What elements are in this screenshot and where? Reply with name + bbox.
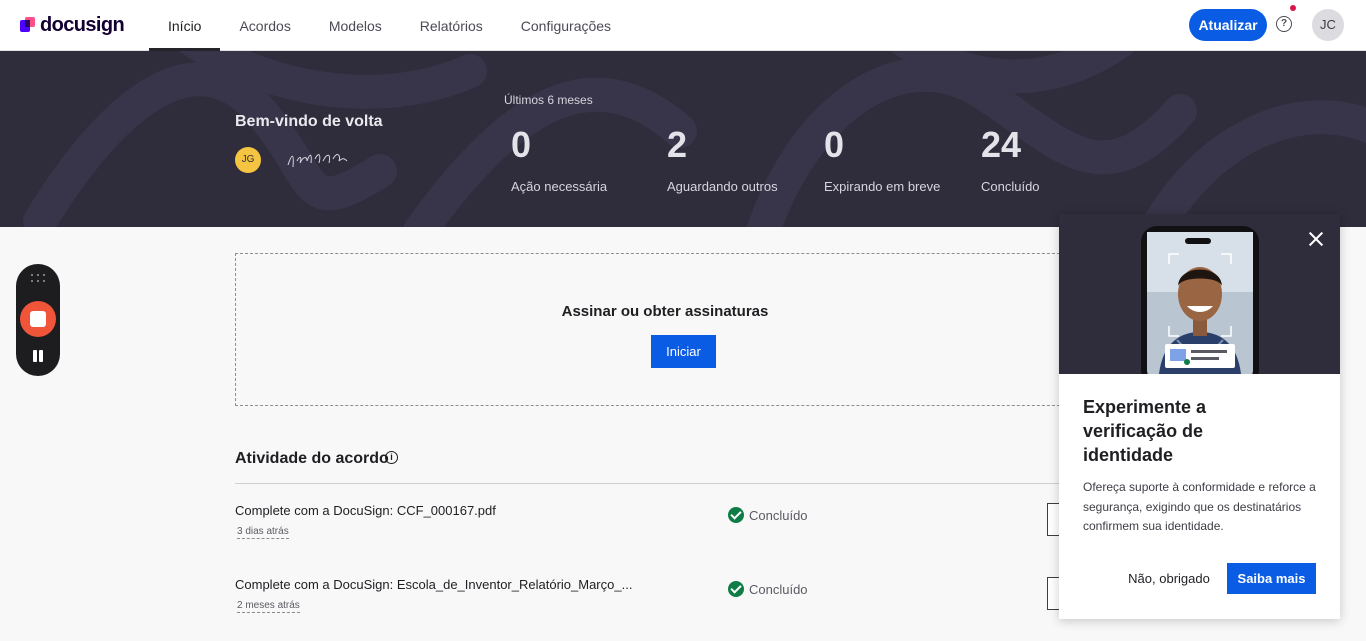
tab-acordos[interactable]: Acordos [220,0,309,51]
docusign-logo[interactable]: docusign [20,13,125,37]
identity-verification-popover: Experimente a verificação de identidade … [1059,214,1340,619]
main-tabs: Início Acordos Modelos Relatórios Config… [149,0,630,51]
user-signature [287,154,348,168]
period-label: Últimos 6 meses [504,93,593,107]
close-icon[interactable] [1307,230,1325,248]
agreement-name[interactable]: Complete com a DocuSign: CCF_000167.pdf [235,503,496,518]
stat-action-required[interactable]: 0 Ação necessária [511,124,608,195]
check-circle-icon [728,581,744,597]
pause-icon[interactable] [32,350,44,362]
stat-label: Concluído [981,179,1040,194]
table-row[interactable]: Complete com a DocuSign: CCF_000167.pdf … [235,503,1095,553]
stat-value: 2 [667,124,688,165]
status-label: Concluído [749,507,808,523]
decline-button[interactable]: Não, obrigado [1119,563,1219,594]
stat-value: 0 [511,124,532,165]
user-avatar[interactable]: JC [1312,9,1344,41]
tab-modelos[interactable]: Modelos [310,0,401,51]
welcome-heading: Bem-vindo de volta [235,113,383,130]
check-circle-icon [728,507,744,523]
tab-configuracoes[interactable]: Configurações [502,0,630,51]
stat-completed[interactable]: 24 Concluído [981,124,1040,195]
popover-title: Experimente a verificação de identidade [1083,397,1207,465]
sign-dropzone[interactable]: Assinar ou obter assinaturas Iniciar [235,253,1095,406]
drag-handle-icon[interactable] [31,274,45,284]
stat-label: Ação necessária [511,179,608,194]
screen-recorder-widget [16,264,60,376]
popover-illustration [1059,214,1340,374]
tab-inicio[interactable]: Início [149,0,221,51]
upgrade-button[interactable]: Atualizar [1189,9,1267,41]
welcome-banner: Bem-vindo de volta JG Últimos 6 meses 0 … [0,51,1366,227]
start-button[interactable]: Iniciar [651,335,716,368]
agreement-date: 2 meses atrás [237,600,300,613]
stat-label: Aguardando outros [667,179,778,194]
help-icon[interactable]: ? [1276,16,1292,32]
stop-recording-button[interactable] [20,301,56,337]
divider [235,483,1095,484]
top-navigation: docusign Início Acordos Modelos Relatóri… [0,0,1366,51]
table-row[interactable]: Complete com a DocuSign: Escola_de_Inven… [235,577,1095,627]
phone-face-scan-illustration [1059,214,1340,374]
tab-relatorios[interactable]: Relatórios [401,0,502,51]
stat-label: Expirando em breve [824,179,941,194]
activity-heading: Atividade do acordo [235,450,389,467]
stat-waiting-others[interactable]: 2 Aguardando outros [667,124,778,195]
status-label: Concluído [749,581,808,597]
notification-dot [1290,5,1296,11]
agreement-name[interactable]: Complete com a DocuSign: Escola_de_Inven… [235,577,632,592]
docusign-logo-text: docusign [40,13,125,36]
learn-more-button[interactable]: Saiba mais [1227,563,1316,594]
stat-value: 0 [824,124,845,165]
agreement-status: Concluído [728,507,808,523]
sign-title: Assinar ou obter assinaturas [561,303,769,320]
stat-value: 24 [981,124,1022,165]
docusign-logo-mark [20,17,36,33]
user-initials-avatar: JG [235,147,261,173]
agreement-date: 3 dias atrás [237,526,289,539]
popover-description: Ofereça suporte à conformidade e reforce… [1083,480,1316,533]
stat-expiring-soon[interactable]: 0 Expirando em breve [824,124,941,195]
agreement-status: Concluído [728,581,808,597]
info-icon[interactable]: i [385,451,398,464]
